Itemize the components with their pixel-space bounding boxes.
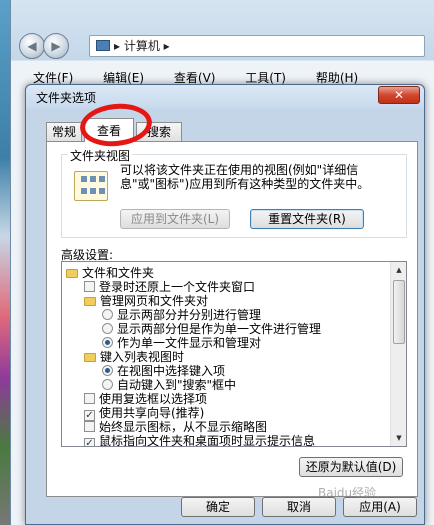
scroll-down-icon[interactable]: ▼ (391, 430, 406, 446)
folder-views-group: 文件夹视图 可以将该文件夹正在使用的视图(例如"详细信息"或"图标")应用到所有… (61, 147, 407, 238)
folder-icon (84, 297, 96, 306)
item-label: 登录时还原上一个文件夹窗口 (99, 280, 256, 294)
radio-button[interactable] (102, 379, 113, 390)
close-button[interactable]: ✕ (378, 86, 420, 104)
list-item[interactable]: 使用复选框以选择项 (84, 392, 207, 406)
item-label: 作为单一文件显示和管理对 (117, 336, 262, 350)
checkbox[interactable] (84, 393, 95, 404)
tab-general[interactable]: 常规 (46, 122, 82, 142)
list-item[interactable]: 登录时还原上一个文件夹窗口 (84, 280, 255, 294)
close-icon: ✕ (393, 88, 405, 102)
item-label: 显示两部分并分别进行管理 (117, 308, 262, 322)
dialog-title: 文件夹选项 (36, 91, 97, 105)
list-item[interactable]: 在视图中选择键入项 (102, 364, 225, 378)
tab-view[interactable]: 查看 (84, 118, 134, 142)
address-path: ▸ 计算机 ▸ (114, 39, 170, 53)
folder-view-icon (74, 171, 108, 201)
list-item[interactable]: 显示两部分并分别进行管理 (102, 308, 261, 322)
radio-button[interactable] (102, 323, 113, 334)
menu-file[interactable]: 文件(F) (33, 71, 73, 85)
scroll-up-icon[interactable]: ▲ (391, 262, 406, 278)
folder-icon (66, 269, 78, 278)
item-label: 在视图中选择键入项 (117, 364, 226, 378)
tab-search[interactable]: 搜索 (136, 122, 182, 142)
apply-to-folders-button[interactable]: 应用到文件夹(L) (120, 209, 230, 229)
list-item: 文件和文件夹 (66, 266, 154, 280)
back-button[interactable]: ◀ (19, 33, 45, 59)
item-label: 使用共享向导(推荐) (99, 406, 205, 420)
scroll-thumb[interactable] (393, 280, 405, 344)
reset-folders-button[interactable]: 重置文件夹(R) (250, 209, 364, 229)
ok-button[interactable]: 确定 (181, 497, 255, 517)
menu-tools[interactable]: 工具(T) (245, 71, 286, 85)
checkbox-checked[interactable]: ✓ (84, 438, 95, 446)
item-label: 显示两部分但是作为单一文件进行管理 (117, 322, 322, 336)
view-tab-panel: 文件夹视图 可以将该文件夹正在使用的视图(例如"详细信息"或"图标")应用到所有… (46, 141, 418, 497)
radio-button-selected[interactable] (102, 365, 113, 376)
list-item[interactable]: 显示两部分但是作为单一文件进行管理 (102, 322, 321, 336)
folder-views-label: 文件夹视图 (68, 147, 133, 164)
item-label: 鼠标指向文件夹和桌面项时显示提示信息 (99, 434, 316, 447)
item-label: 自动键入到"搜索"框中 (117, 378, 237, 392)
menu-help[interactable]: 帮助(H) (316, 71, 358, 85)
radio-button[interactable] (102, 309, 113, 320)
checkbox[interactable] (84, 421, 95, 432)
list-item[interactable]: 自动键入到"搜索"框中 (102, 378, 236, 392)
advanced-settings-list[interactable]: 文件和文件夹 登录时还原上一个文件夹窗口 管理网页和文件夹对 显示两部分并分别进… (61, 261, 407, 447)
item-label: 键入列表视图时 (100, 350, 185, 364)
item-label: 文件和文件夹 (82, 266, 155, 280)
forward-button[interactable]: ▶ (43, 33, 69, 59)
dialog-title-bar[interactable]: 文件夹选项 ✕ (26, 85, 424, 109)
menu-edit[interactable]: 编辑(E) (103, 71, 144, 85)
folder-views-description: 可以将该文件夹正在使用的视图(例如"详细信息"或"图标")应用到所有这种类型的文… (120, 163, 370, 191)
watermark: Baidu经验 (318, 486, 377, 500)
address-bar[interactable]: ▸ 计算机 ▸ (89, 35, 425, 57)
folder-options-dialog: 文件夹选项 ✕ 常规 查看 搜索 文件夹视图 可以将该文件夹正在使用的视图(例如… (25, 84, 425, 525)
computer-icon (96, 40, 110, 51)
list-item: 键入列表视图时 (84, 350, 184, 364)
list-item: 管理网页和文件夹对 (84, 294, 208, 308)
list-scrollbar[interactable]: ▲ ▼ (390, 262, 406, 446)
item-label: 管理网页和文件夹对 (100, 294, 209, 308)
list-item[interactable]: ✓ 使用共享向导(推荐) (84, 406, 205, 421)
list-item[interactable]: ✓ 鼠标指向文件夹和桌面项时显示提示信息 (84, 434, 316, 447)
item-label: 始终显示图标，从不显示缩略图 (99, 420, 268, 434)
folder-icon (84, 353, 96, 362)
checkbox[interactable] (84, 281, 95, 292)
restore-defaults-button[interactable]: 还原为默认值(D) (299, 457, 403, 477)
radio-button-selected[interactable] (102, 337, 113, 348)
item-label: 使用复选框以选择项 (99, 392, 208, 406)
list-item[interactable]: 始终显示图标，从不显示缩略图 (84, 420, 267, 434)
menu-view[interactable]: 查看(V) (174, 71, 216, 85)
list-item[interactable]: 作为单一文件显示和管理对 (102, 336, 261, 350)
